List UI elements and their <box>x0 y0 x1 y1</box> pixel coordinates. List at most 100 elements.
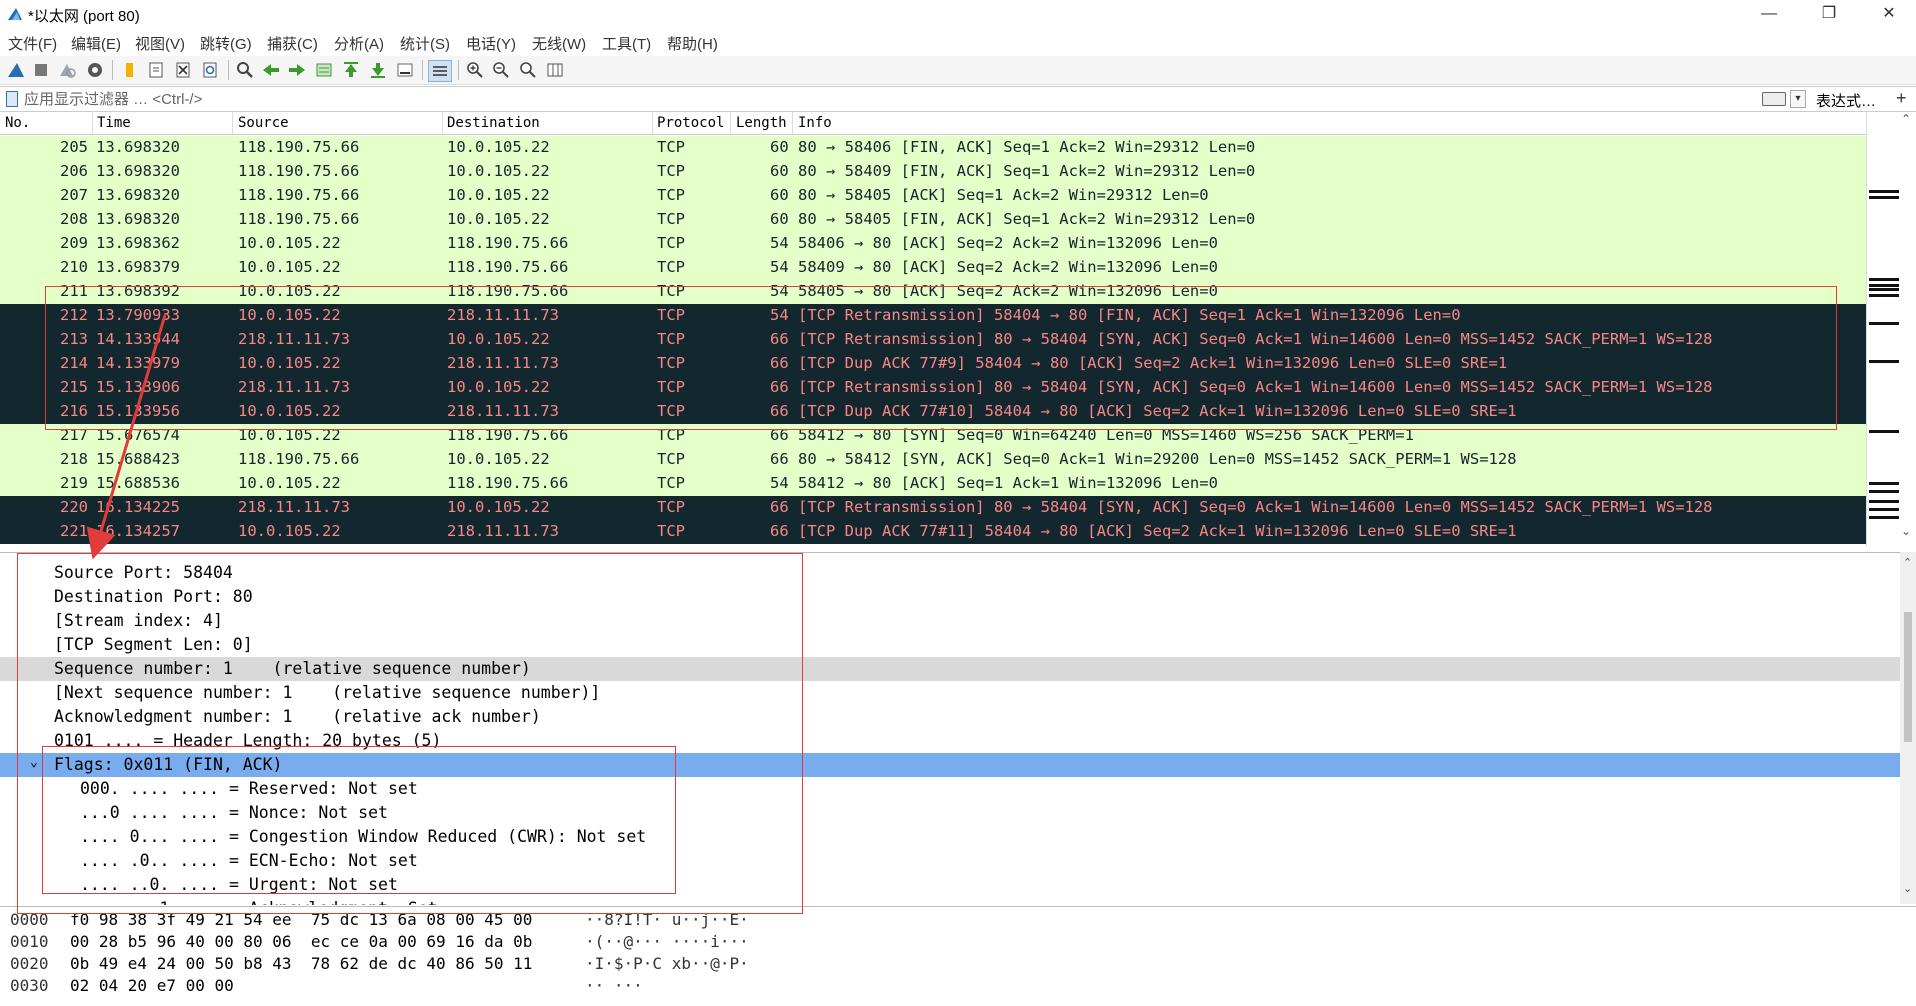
detail-tree-item[interactable]: [Stream index: 4] <box>0 609 1900 633</box>
menu-telephony[interactable]: 电话(Y) <box>466 33 516 54</box>
detail-tree-item[interactable]: ...0 .... .... = Nonce: Not set <box>0 801 1900 825</box>
column-header-destination[interactable]: Destination <box>447 115 540 131</box>
reload-icon[interactable] <box>199 60 221 80</box>
options-gear-icon[interactable] <box>84 60 106 80</box>
packet-row[interactable]: 217 15.676574 10.0.105.22 118.190.75.66 TCP 6… <box>0 424 1866 448</box>
packet-no: 214 <box>60 354 88 372</box>
menu-tools[interactable]: 工具(T) <box>602 33 651 54</box>
filter-apply-icon[interactable] <box>1762 92 1786 106</box>
packet-list-scrollbar[interactable]: ⌃ ⌄ <box>1866 112 1916 547</box>
save-file-icon[interactable] <box>145 60 167 80</box>
column-header-info[interactable]: Info <box>798 115 832 131</box>
restart-icon[interactable] <box>56 60 78 80</box>
packet-row[interactable]: 214 14.133979 10.0.105.22 218.11.11.73 TCP 66… <box>0 352 1866 376</box>
menu-go[interactable]: 跳转(G) <box>200 33 252 54</box>
packet-no: 206 <box>60 162 88 180</box>
hex-dump-row[interactable]: 0010 00 28 b5 96 40 00 80 06 ec ce 0a 00 … <box>0 931 1916 953</box>
last-packet-icon[interactable] <box>367 60 389 80</box>
close-file-icon[interactable] <box>172 60 194 80</box>
menu-wireless[interactable]: 无线(W) <box>532 33 586 54</box>
packet-row[interactable]: 215 15.133906 218.11.11.73 10.0.105.22 TCP 66… <box>0 376 1866 400</box>
forward-arrow-icon[interactable] <box>286 60 308 80</box>
detail-tree-item[interactable]: .... ..0. .... = Urgent: Not set <box>0 873 1900 897</box>
expand-chevron-icon[interactable]: ⌄ <box>30 755 38 770</box>
detail-tree-item[interactable]: .... 0... .... = Congestion Window Reduc… <box>0 825 1900 849</box>
first-packet-icon[interactable] <box>340 60 362 80</box>
minimize-button[interactable]: — <box>1746 0 1792 30</box>
detail-tree-item[interactable]: 000. .... .... = Reserved: Not set <box>0 777 1900 801</box>
shark-fin-icon[interactable] <box>5 60 27 80</box>
packet-length: 60 <box>770 138 789 156</box>
packet-row[interactable]: 210 13.698379 10.0.105.22 118.190.75.66 TCP 5… <box>0 256 1866 280</box>
menu-statistics[interactable]: 统计(S) <box>400 33 450 54</box>
packet-row[interactable]: 205 13.698320 118.190.75.66 10.0.105.22 TCP 6… <box>0 136 1866 160</box>
packet-row[interactable]: 211 13.698392 10.0.105.22 118.190.75.66 TCP 5… <box>0 280 1866 304</box>
packet-row[interactable]: 206 13.698320 118.190.75.66 10.0.105.22 TCP 6… <box>0 160 1866 184</box>
menu-help[interactable]: 帮助(H) <box>667 33 718 54</box>
packet-row[interactable]: 219 15.688536 10.0.105.22 118.190.75.66 TCP 5… <box>0 472 1866 496</box>
zoom-out-icon[interactable] <box>490 60 512 80</box>
colorize-icon[interactable] <box>428 60 452 82</box>
packet-row[interactable]: 216 15.133956 10.0.105.22 218.11.11.73 TCP 66… <box>0 400 1866 424</box>
menu-view[interactable]: 视图(V) <box>135 33 185 54</box>
filter-history-dropdown[interactable]: ▾ <box>1790 90 1806 108</box>
packet-time: 16.134225 <box>96 498 180 516</box>
packet-time: 13.698379 <box>96 258 180 276</box>
packet-row[interactable]: 208 13.698320 118.190.75.66 10.0.105.22 TCP 6… <box>0 208 1866 232</box>
add-filter-button[interactable]: + <box>1896 88 1907 109</box>
column-header-protocol[interactable]: Protocol <box>657 115 724 131</box>
detail-tree-item[interactable]: 0101 .... = Header Length: 20 bytes (5) <box>0 729 1900 753</box>
column-header-time[interactable]: Time <box>97 115 131 131</box>
menu-capture[interactable]: 捕获(C) <box>267 33 318 54</box>
menu-edit[interactable]: 编辑(E) <box>71 33 121 54</box>
packet-row[interactable]: 212 13.790933 10.0.105.22 218.11.11.73 TCP 54… <box>0 304 1866 328</box>
scroll-up-arrow-icon[interactable]: ⌃ <box>1901 112 1911 126</box>
find-icon[interactable] <box>234 60 256 80</box>
packet-row[interactable]: 213 14.133944 218.11.11.73 10.0.105.22 TCP 66… <box>0 328 1866 352</box>
scrollbar-thumb[interactable] <box>1904 612 1912 742</box>
packet-row[interactable]: 218 15.688423 118.190.75.66 10.0.105.22 TCP 6… <box>0 448 1866 472</box>
menu-file[interactable]: 文件(F) <box>8 33 57 54</box>
packet-protocol: TCP <box>657 306 685 324</box>
detail-tree-item[interactable]: ⌄ Flags: 0x011 (FIN, ACK) <box>0 753 1900 777</box>
detail-tree-item[interactable]: [TCP Segment Len: 0] <box>0 633 1900 657</box>
close-button[interactable]: ✕ <box>1866 0 1912 30</box>
scroll-down-arrow-icon[interactable]: ⌄ <box>1903 882 1912 895</box>
column-header-source[interactable]: Source <box>238 115 289 131</box>
expression-button[interactable]: 表达式… <box>1816 90 1876 111</box>
normal-size-icon[interactable] <box>517 60 539 80</box>
detail-tree-item[interactable]: Acknowledgment number: 1 (relative ack n… <box>0 705 1900 729</box>
hex-dump-row[interactable]: 0000 f0 98 38 3f 49 21 54 ee 75 dc 13 6a … <box>0 909 1916 931</box>
packet-row[interactable]: 220 16.134225 218.11.11.73 10.0.105.22 TCP 66… <box>0 496 1866 520</box>
detail-scrollbar[interactable]: ⌃ ⌄ <box>1900 552 1916 904</box>
stop-icon[interactable] <box>30 60 52 80</box>
open-file-icon[interactable] <box>118 60 140 80</box>
detail-tree-item[interactable]: .... .0.. .... = ECN-Echo: Not set <box>0 849 1900 873</box>
detail-tree-item[interactable]: Source Port: 58404 <box>0 561 1900 585</box>
detail-tree-item[interactable]: Destination Port: 80 <box>0 585 1900 609</box>
menu-analyze[interactable]: 分析(A) <box>334 33 384 54</box>
hex-dump-row[interactable]: 0020 0b 49 e4 24 00 50 b8 43 78 62 de dc … <box>0 953 1916 975</box>
display-filter-input[interactable] <box>22 88 1756 110</box>
packet-source: 10.0.105.22 <box>238 234 341 252</box>
scroll-up-arrow-icon[interactable]: ⌃ <box>1903 556 1912 569</box>
packet-no: 219 <box>60 474 88 492</box>
column-header-no[interactable]: No. <box>5 115 30 131</box>
packet-row[interactable]: 209 13.698362 10.0.105.22 118.190.75.66 TCP 5… <box>0 232 1866 256</box>
packet-row[interactable]: 221 16.134257 10.0.105.22 218.11.11.73 TCP 66… <box>0 520 1866 544</box>
packet-row[interactable]: 207 13.698320 118.190.75.66 10.0.105.22 TCP 6… <box>0 184 1866 208</box>
go-to-packet-icon[interactable] <box>313 60 335 80</box>
column-header-length[interactable]: Length <box>736 115 787 131</box>
autoscroll-icon[interactable] <box>394 60 416 80</box>
resize-columns-icon[interactable] <box>544 60 566 80</box>
detail-tree-item[interactable]: [Next sequence number: 1 (relative seque… <box>0 681 1900 705</box>
maximize-button[interactable]: ❐ <box>1806 0 1852 30</box>
zoom-in-icon[interactable] <box>464 60 486 80</box>
packet-time: 15.688536 <box>96 474 180 492</box>
detail-tree-item[interactable]: Sequence number: 1 (relative sequence nu… <box>0 657 1900 681</box>
scroll-down-arrow-icon[interactable]: ⌄ <box>1901 524 1911 538</box>
detail-tree-item[interactable]: .... ...1 .... = Acknowledgment: Set <box>0 897 1900 905</box>
hex-dump-row[interactable]: 0030 02 04 20 e7 00 00 ·· ··· <box>0 975 1916 997</box>
filter-bookmark-icon[interactable] <box>6 91 18 107</box>
back-arrow-icon[interactable] <box>260 60 282 80</box>
